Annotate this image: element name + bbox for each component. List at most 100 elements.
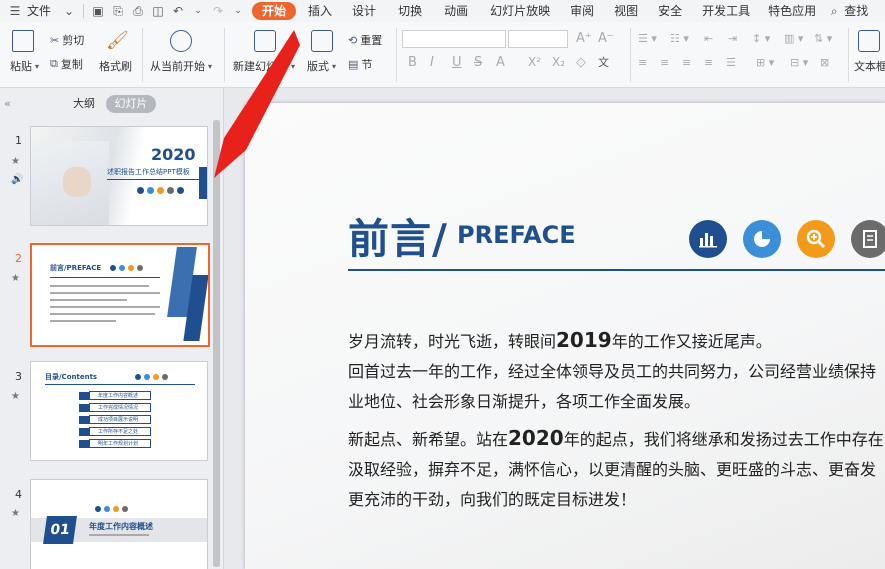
slide-thumbnail-3[interactable]: 目录/Contents 年度工作内容概述 工作完成情况情况 成功项目展示说明 工… xyxy=(30,361,208,461)
numbered-list-icon[interactable]: ☷ ▾ xyxy=(670,32,689,45)
ribbon-divider xyxy=(630,28,631,82)
para1-text-pre: 岁月流转，时光飞逝，转眼间 xyxy=(348,332,557,351)
section-button[interactable]: ▤ 节 xyxy=(348,56,372,72)
menu-bar: ☰ 文件 ⌄ ▣ ⎘ ⎙ ◫ ↶ ⌄ ↷ ⌄ 开始 插入 设计 切换 动画 幻灯… xyxy=(0,0,885,22)
play-icon[interactable] xyxy=(170,30,192,52)
format-painter-button[interactable]: 格式刷 xyxy=(99,58,132,74)
new-slide-icon[interactable] xyxy=(254,30,276,52)
undo-dropdown-icon[interactable]: ⌄ xyxy=(191,4,205,18)
italic-icon[interactable]: I xyxy=(430,55,434,70)
align-right-icon[interactable]: ≡ xyxy=(682,56,691,69)
text-direction-icon[interactable]: ⇅ ▾ xyxy=(814,32,832,45)
tab-security[interactable]: 安全 xyxy=(648,2,692,20)
slide-thumbnail-2[interactable]: 前言/PREFACE xyxy=(30,243,210,347)
smartart-icon[interactable]: ⊟ ▾ xyxy=(790,56,808,69)
reset-icon: ⟲ xyxy=(348,33,358,47)
thumb-title: 2020 xyxy=(151,145,196,164)
line-spacing-icon[interactable]: ↕ ▾ xyxy=(752,32,770,45)
thumb-text-line xyxy=(89,534,149,536)
pie-chart-icon xyxy=(743,220,781,258)
hamburger-icon[interactable]: ☰ xyxy=(8,4,22,18)
font-color-icon[interactable]: A xyxy=(496,55,505,70)
tab-slides[interactable]: 幻灯片 xyxy=(106,95,156,113)
columns-icon[interactable]: ▥ ▾ xyxy=(784,32,803,45)
text-effect-icon[interactable]: ⊠ xyxy=(820,56,829,69)
redo-icon[interactable]: ↷ xyxy=(211,4,225,18)
paragraph-3[interactable]: 新起点、新希望。站在2020年的起点，我们将继承和发扬过去工作中存在 xyxy=(348,423,884,455)
tab-insert[interactable]: 插入 xyxy=(300,2,340,20)
font-name-combo[interactable] xyxy=(402,30,506,48)
reset-button[interactable]: ⟲ 重置 xyxy=(348,32,382,48)
text-box-button[interactable]: 文本框 xyxy=(854,58,885,74)
text-box-icon[interactable] xyxy=(858,30,880,52)
slide-title-cn[interactable]: 前言/ xyxy=(348,205,448,265)
slide-thumbnail-4[interactable]: 01 年度工作内容概述 xyxy=(30,479,208,569)
format-painter-icon[interactable]: 🖌 xyxy=(106,30,129,52)
tab-slideshow[interactable]: 幻灯片放映 xyxy=(480,2,560,20)
customize-toolbar-icon[interactable]: ⌄ xyxy=(231,4,245,18)
export-icon[interactable]: ⎘ xyxy=(111,4,125,18)
para3-year: 2020 xyxy=(508,426,564,450)
bold-icon[interactable]: B xyxy=(408,55,417,70)
font-size-combo[interactable] xyxy=(508,30,568,48)
increase-indent-icon[interactable]: ⇥ xyxy=(728,32,737,45)
chevron-down-icon[interactable]: ⌄ xyxy=(62,4,76,18)
file-menu[interactable]: 文件 xyxy=(25,2,59,20)
search-icon[interactable]: ⌕ xyxy=(827,4,841,18)
sound-icon: 🔊 xyxy=(11,174,24,185)
strikethrough-icon[interactable]: S xyxy=(474,55,482,70)
paragraph-3-line-3[interactable]: 更充沛的干劲，向我们的既定目标进发！ xyxy=(348,485,636,515)
subscript-icon[interactable]: X₂ xyxy=(552,55,565,69)
paragraph-3-line-2[interactable]: 汲取经验，摒弃不足，满怀信心，以更清醒的头脑、更旺盛的斗志、更奋发 xyxy=(348,455,876,485)
layout-button[interactable]: 版式 ▾ xyxy=(307,58,336,74)
slide-thumbnail-1[interactable]: 2020 述职报告工作总结PPT模板 xyxy=(30,126,208,226)
paragraph-2-line-1[interactable]: 回首过去一年的工作，经过全体领导及员工的共同努力，公司经营业绩保持 xyxy=(348,357,876,387)
slide-title-en[interactable]: PREFACE xyxy=(457,221,576,249)
ribbon: 粘贴 ▾ ✂ 剪切 ⧉ 复制 🖌 格式刷 从当前开始 ▾ 新建幻灯片 ▾ 版式 ▾ ⟲ 重置 … xyxy=(0,22,885,88)
from-current-button[interactable]: 从当前开始 ▾ xyxy=(150,58,212,74)
distribute-icon[interactable]: ☰ xyxy=(726,56,736,69)
align-text-icon[interactable]: ⊞ ▾ xyxy=(756,56,774,69)
thumb-subtitle: 述职报告工作总结PPT模板 xyxy=(107,168,190,176)
paragraph-1[interactable]: 岁月流转，时光飞逝，转眼间2019年的工作又接近尾声。 xyxy=(348,325,772,357)
superscript-icon[interactable]: X² xyxy=(528,55,541,69)
undo-icon[interactable]: ↶ xyxy=(171,4,185,18)
toc-list: 年度工作内容概述 工作完成情况情况 成功项目展示说明 工作所存不足之处 明年工作… xyxy=(79,390,151,449)
tab-design[interactable]: 设计 xyxy=(340,2,388,20)
tab-developer[interactable]: 开发工具 xyxy=(692,2,760,20)
justify-icon[interactable]: ≡ xyxy=(704,56,713,69)
print-icon[interactable]: ⎙ xyxy=(131,4,145,18)
align-center-icon[interactable]: ≡ xyxy=(660,56,669,69)
scrollbar-thumb[interactable] xyxy=(213,120,220,567)
print-preview-icon[interactable]: ◫ xyxy=(151,4,165,18)
decrease-indent-icon[interactable]: ⇤ xyxy=(704,32,713,45)
tab-outline[interactable]: 大纲 xyxy=(66,95,102,113)
paste-icon[interactable] xyxy=(12,30,34,52)
tab-transition[interactable]: 切换 xyxy=(388,2,432,20)
new-slide-button[interactable]: 新建幻灯片 ▾ xyxy=(233,58,295,74)
increase-font-icon[interactable]: A⁺ xyxy=(576,31,592,46)
slide-canvas[interactable]: 前言/ PREFACE 岁月流转，时光飞逝，转眼间2019年的工作又接近尾声。 … xyxy=(245,103,885,569)
copy-button[interactable]: ⧉ 复制 xyxy=(50,56,83,72)
paste-button[interactable]: 粘贴 ▾ xyxy=(10,58,39,74)
toc-item: 明年工作规划计划 xyxy=(79,438,151,449)
tab-animation[interactable]: 动画 xyxy=(432,2,480,20)
ribbon-divider xyxy=(142,28,143,82)
underline-icon[interactable]: U xyxy=(452,55,462,70)
bullet-list-icon[interactable]: ☰ ▾ xyxy=(638,32,657,45)
phonetic-icon[interactable]: 文 xyxy=(598,54,609,70)
save-icon[interactable]: ▣ xyxy=(91,4,105,18)
notebook-icon xyxy=(851,220,885,258)
layout-label: 版式 xyxy=(307,60,329,73)
tab-view[interactable]: 视图 xyxy=(604,2,648,20)
decrease-font-icon[interactable]: A⁻ xyxy=(598,31,614,46)
tab-features[interactable]: 特色应用 xyxy=(760,2,824,20)
align-left-icon[interactable]: ≡ xyxy=(638,56,647,69)
tab-home[interactable]: 开始 xyxy=(252,2,297,20)
search-label[interactable]: 查找 xyxy=(844,2,868,20)
layout-icon[interactable] xyxy=(311,30,333,52)
tab-review[interactable]: 审阅 xyxy=(560,2,604,20)
paragraph-2-line-2[interactable]: 业地位、社会形象日渐提升，各项工作全面发展。 xyxy=(348,387,700,417)
cut-button[interactable]: ✂ 剪切 xyxy=(50,32,84,48)
clear-format-icon[interactable]: ◇ xyxy=(576,55,586,70)
